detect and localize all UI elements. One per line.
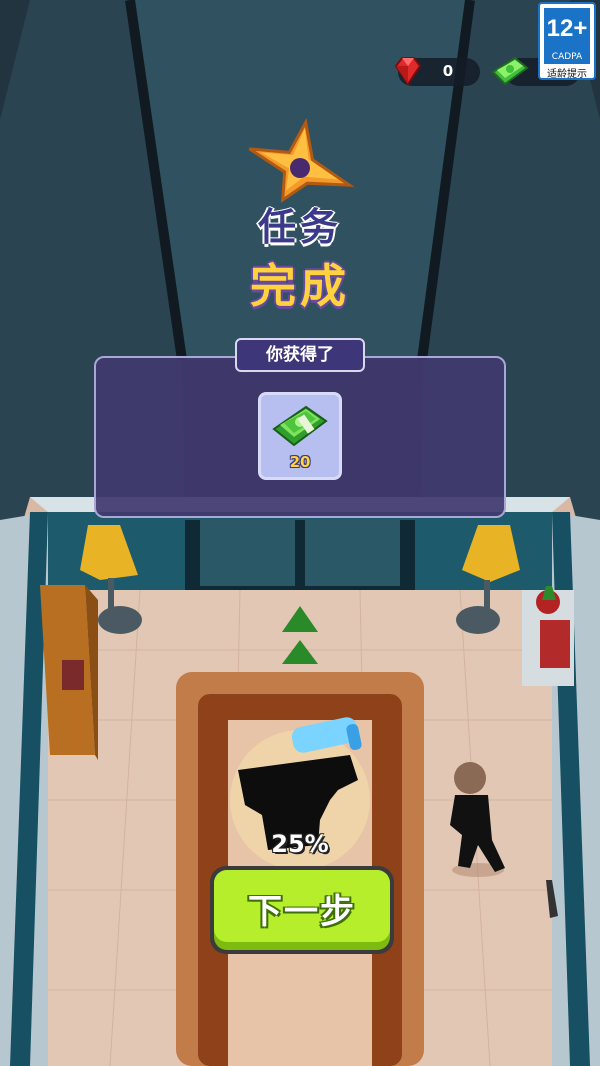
result-title-line1: 任务 [257, 205, 342, 249]
gem-count: 0 [442, 62, 454, 80]
unlock-progress-label: 25% [271, 830, 329, 858]
age-rating-caption: 适龄提示 [547, 69, 587, 80]
age-rating-org: CADPA [544, 50, 590, 64]
reward-item-card: 20 [258, 392, 342, 480]
reward-panel-header: 你获得了 [235, 338, 365, 372]
reward-item-amount: 20 [289, 453, 311, 471]
shuriken-star-icon [248, 118, 355, 203]
gem-counter: 0 [394, 57, 480, 86]
next-step-button[interactable]: 下一步 [210, 866, 394, 954]
next-step-button-label: 下一步 [248, 892, 356, 932]
age-rating-number: 12+ [544, 8, 590, 50]
cash-stack-icon [491, 56, 529, 86]
result-title-line2: 完成 [250, 259, 350, 313]
age-rating-badge: 12+ CADPA 适龄提示 [538, 2, 596, 80]
cash-stack-icon [272, 405, 328, 447]
